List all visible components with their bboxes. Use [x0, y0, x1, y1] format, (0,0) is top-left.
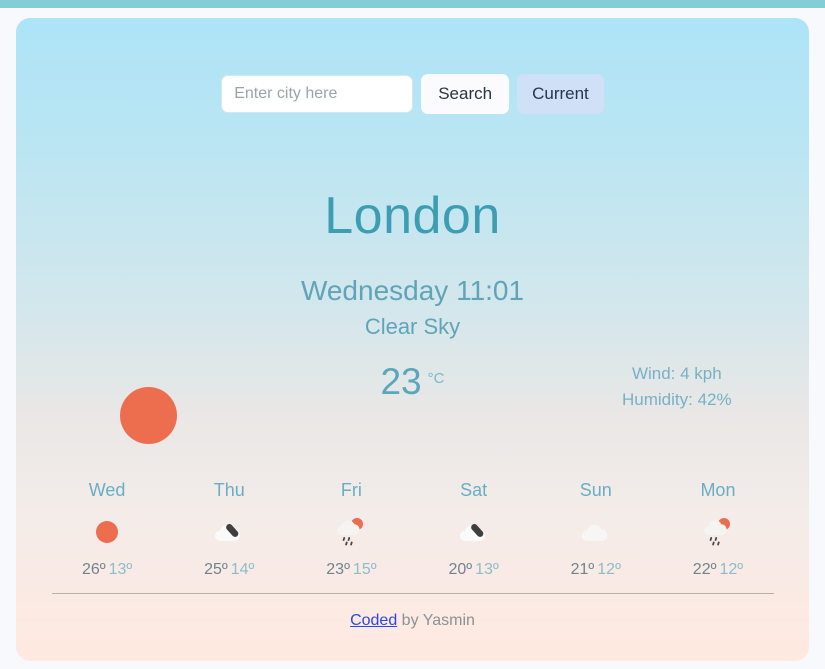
temperature-value: 23: [380, 361, 422, 402]
sun-icon: [119, 387, 177, 444]
current-location-button[interactable]: Current: [517, 74, 604, 114]
forecast-day-fri: Fri 23º 15º: [290, 480, 412, 579]
forecast-day-mon: Mon 22º 12º: [657, 480, 779, 579]
cloud-dark-streak-icon: [459, 524, 485, 542]
forecast-high: 21º: [570, 561, 595, 578]
current-description: Clear Sky: [364, 314, 461, 339]
forecast-temps: 21º 12º: [535, 561, 657, 579]
humidity-value: Humidity: 42%: [622, 390, 732, 410]
forecast-low: 12º: [719, 561, 744, 578]
temperature-unit[interactable]: °C: [428, 361, 445, 387]
top-accent-bar: [0, 0, 825, 8]
current-conditions: 23 °C Wind: 4 kph Humidity: 42%: [16, 352, 809, 462]
forecast-icon-slot: [46, 515, 168, 549]
forecast-row: Wed 26º 13º Thu 25º 14º Fri 23º 15º Sat …: [46, 480, 779, 579]
forecast-temps: 20º 13º: [413, 561, 535, 579]
forecast-high: 23º: [326, 561, 350, 578]
sun-cloud-rain-icon: [704, 518, 730, 546]
current-metrics-column: Wind: 4 kph Humidity: 42%: [545, 352, 809, 414]
forecast-low: 14º: [230, 561, 255, 578]
forecast-icon-slot: [413, 515, 535, 549]
forecast-day-label: Mon: [700, 480, 736, 500]
temperature-block: 23 °C: [380, 352, 444, 403]
forecast-day-label: Sat: [460, 480, 488, 500]
forecast-icon-slot: [290, 515, 412, 549]
search-row: Search Current: [16, 74, 809, 114]
forecast-day-thu: Thu 25º 14º: [168, 480, 290, 579]
footer-author: by Yasmin: [397, 612, 475, 629]
weather-card: Search Current London Wednesday 11:01 Cl…: [16, 18, 809, 661]
cloud-dark-streak-icon: [215, 524, 241, 542]
forecast-temps: 22º 12º: [657, 561, 779, 579]
search-input[interactable]: [221, 75, 414, 113]
forecast-high: 20º: [448, 561, 473, 578]
forecast-low: 13º: [475, 561, 499, 578]
wind-value: Wind: 4 kph: [631, 364, 722, 383]
forecast-icon-slot: [535, 515, 657, 549]
forecast-day-wed: Wed 26º 13º: [46, 480, 168, 579]
forecast-temps: 25º 14º: [168, 561, 290, 579]
forecast-day-label: Fri: [340, 480, 362, 500]
search-button[interactable]: Search: [421, 74, 510, 114]
footer-divider: [52, 593, 774, 594]
forecast-temps: 26º 13º: [46, 561, 168, 579]
forecast-day-label: Sun: [579, 480, 612, 500]
forecast-low: 15º: [352, 561, 377, 578]
footer-credit: Coded by Yasmin: [16, 612, 809, 630]
forecast-day-sun: Sun 21º 12º: [535, 480, 657, 579]
current-icon-column: [16, 352, 280, 444]
wind-humidity-block: Wind: 4 kph Humidity: 42%: [622, 352, 732, 414]
coded-link[interactable]: Coded: [350, 612, 397, 629]
sun-cloud-rain-icon: [337, 518, 364, 546]
city-name: London: [324, 187, 501, 245]
current-temperature-column: 23 °C: [280, 352, 544, 403]
current-date-time: Wednesday 11:01: [300, 275, 525, 306]
forecast-high: 22º: [692, 561, 717, 578]
forecast-temps: 23º 15º: [290, 561, 412, 579]
forecast-low: 12º: [597, 561, 621, 578]
forecast-icon-slot: [168, 515, 290, 549]
forecast-day-sat: Sat 20º 13º: [413, 480, 535, 579]
forecast-high: 25º: [204, 561, 228, 578]
forecast-high: 26º: [81, 561, 106, 578]
sun-icon: [96, 521, 119, 543]
forecast-day-label: Thu: [213, 480, 245, 500]
forecast-low: 13º: [108, 561, 133, 578]
forecast-day-label: Wed: [88, 480, 126, 500]
cloud-icon: [581, 524, 607, 542]
forecast-icon-slot: [657, 515, 779, 549]
current-weather-icon: [119, 352, 177, 444]
